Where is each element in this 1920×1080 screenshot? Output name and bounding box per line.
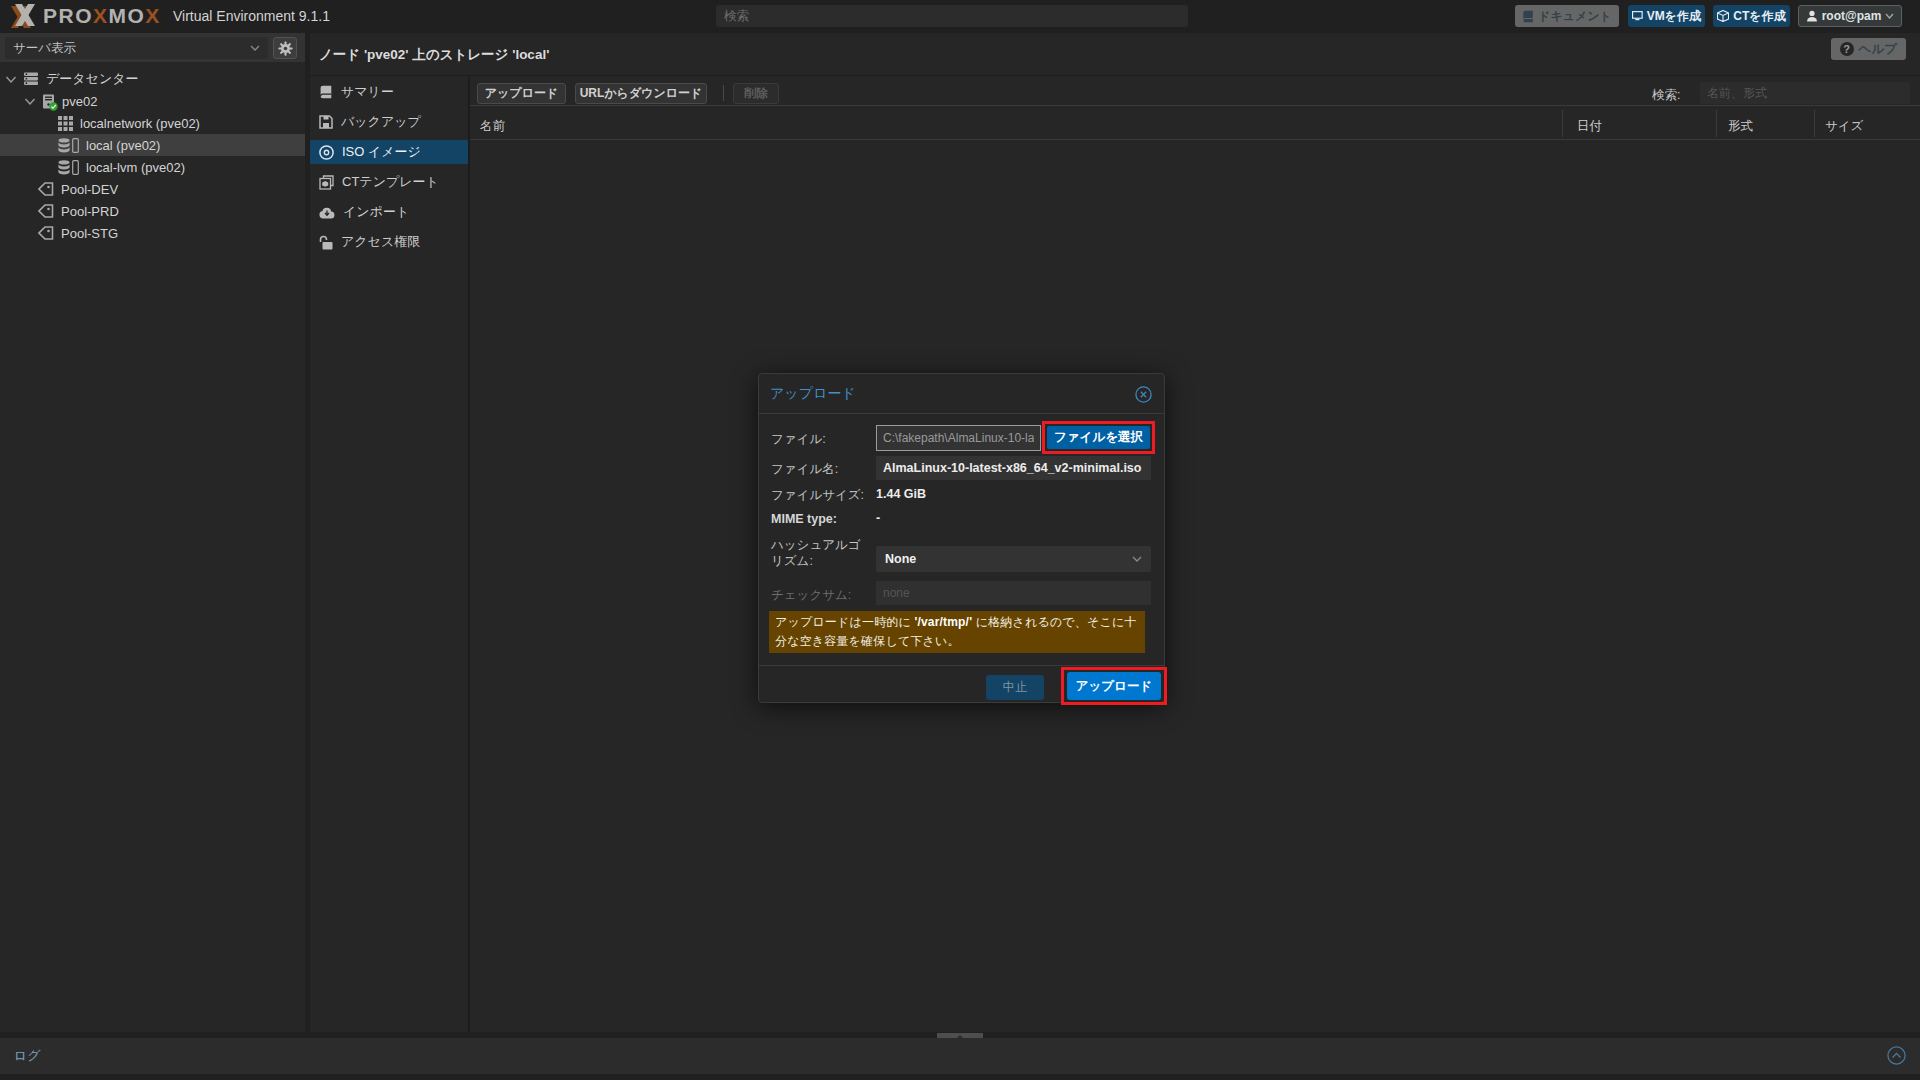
expander-icon[interactable] xyxy=(5,76,17,83)
storage-icon xyxy=(58,138,79,153)
bottom-strip xyxy=(0,1074,1920,1080)
dialog-close-button[interactable] xyxy=(1135,386,1152,403)
summary-icon xyxy=(319,85,333,99)
remove-button[interactable]: 削除 xyxy=(733,83,779,104)
view-selector-row: サーバ表示 xyxy=(0,33,305,62)
pool-tag-icon xyxy=(38,182,54,196)
datacenter-icon xyxy=(23,72,39,86)
url-download-button[interactable]: URLからダウンロード xyxy=(575,83,707,104)
node-icon xyxy=(42,94,55,109)
column-header-size[interactable]: サイズ xyxy=(1825,118,1863,135)
nav-item-summary[interactable]: サマリー xyxy=(310,80,468,104)
table-header: 名前 日付 形式 サイズ xyxy=(470,107,1920,140)
table-search-input[interactable] xyxy=(1700,82,1910,104)
file-label: ファイル: xyxy=(771,431,871,447)
help-button[interactable]: ? ヘルプ xyxy=(1831,38,1906,60)
file-select-button[interactable]: ファイルを選択 xyxy=(1047,426,1150,449)
hash-algorithm-select[interactable]: None xyxy=(876,546,1151,572)
toolbar-separator xyxy=(723,85,724,101)
monitor-icon xyxy=(1632,10,1643,22)
filename-value-field: AlmaLinux-10-latest-x86_64_v2-minimal.is… xyxy=(876,456,1151,480)
expander-icon[interactable] xyxy=(24,98,36,105)
tree-settings-button[interactable] xyxy=(273,37,297,59)
table-search-label: 検索: xyxy=(1652,87,1680,104)
log-panel-title: ログ xyxy=(14,1047,41,1065)
gear-icon xyxy=(278,41,293,56)
import-cloud-icon xyxy=(319,206,335,219)
nav-item-backup[interactable]: バックアップ xyxy=(310,110,468,134)
content-toolbar: アップロード URLからダウンロード 削除 検索: xyxy=(470,77,1920,106)
abort-button[interactable]: 中止 xyxy=(986,675,1044,700)
tree-item-pve02[interactable]: pve02 xyxy=(0,90,305,112)
documentation-button[interactable]: ドキュメント xyxy=(1515,5,1619,27)
filesize-label: ファイルサイズ: xyxy=(771,487,871,503)
ct-template-icon xyxy=(319,175,334,190)
resource-tree: データセンター pve02 localnetwork (pve02) local… xyxy=(0,62,305,1035)
upload-toolbar-button[interactable]: アップロード xyxy=(477,83,566,104)
upload-dialog: アップロード ファイル: ファイルを選択 ファイル名: AlmaLinux-10… xyxy=(758,373,1165,703)
create-vm-button[interactable]: VMを作成 xyxy=(1628,5,1705,27)
checksum-input[interactable] xyxy=(876,581,1151,605)
top-bar: PROXMOX Virtual Environment 9.1.1 ドキュメント… xyxy=(0,0,1920,33)
storage-nav: サマリー バックアップ ISO イメージ CTテンプレート インポート アクセス… xyxy=(310,77,468,1035)
question-icon: ? xyxy=(1840,42,1854,56)
filesize-value: 1.44 GiB xyxy=(876,487,926,501)
backup-icon xyxy=(319,115,333,129)
nav-item-iso-images[interactable]: ISO イメージ xyxy=(310,140,468,164)
column-header-date[interactable]: 日付 xyxy=(1577,118,1602,135)
content-title: ノード 'pve02' 上のストレージ 'local' xyxy=(319,46,549,64)
storage-icon xyxy=(58,160,79,175)
column-header-format[interactable]: 形式 xyxy=(1728,118,1753,135)
log-panel: ログ xyxy=(0,1038,1920,1074)
tree-item-datacenter[interactable]: データセンター xyxy=(0,68,305,90)
checksum-label: チェックサム: xyxy=(771,587,871,603)
dialog-upload-button[interactable]: アップロード xyxy=(1067,672,1161,700)
pool-tag-icon xyxy=(38,204,54,218)
tree-item-pool-prd[interactable]: Pool-PRD xyxy=(0,200,305,222)
brand-wordmark: PROXMOX xyxy=(43,4,161,28)
annotation-box-upload: アップロード xyxy=(1061,667,1167,705)
tree-item-local[interactable]: local (pve02) xyxy=(0,134,305,156)
online-status-icon xyxy=(49,102,58,111)
mime-type-value: - xyxy=(876,511,880,525)
upload-warning-message: アップロードは一時的に '/var/tmp/' に格納されるので、そこに十分な空… xyxy=(769,611,1145,653)
chevron-down-icon xyxy=(1132,556,1142,562)
chevron-down-icon xyxy=(250,45,260,51)
nav-item-permissions[interactable]: アクセス権限 xyxy=(310,230,468,254)
content-header: ノード 'pve02' 上のストレージ 'local' ? ヘルプ xyxy=(310,33,1920,76)
permissions-lock-icon xyxy=(319,235,333,250)
annotation-box-file-select: ファイルを選択 xyxy=(1042,421,1155,454)
dialog-title: アップロード xyxy=(770,385,856,403)
tree-item-localnetwork[interactable]: localnetwork (pve02) xyxy=(0,112,305,134)
iso-disc-icon xyxy=(319,145,334,160)
cube-icon xyxy=(1717,10,1729,22)
nav-item-import[interactable]: インポート xyxy=(310,200,468,224)
storage-content-panel: アップロード URLからダウンロード 削除 検索: 名前 日付 形式 サイズ xyxy=(470,77,1920,1032)
tree-item-pool-dev[interactable]: Pool-DEV xyxy=(0,178,305,200)
nav-item-ct-templates[interactable]: CTテンプレート xyxy=(310,170,468,194)
log-collapse-button[interactable] xyxy=(1887,1046,1906,1065)
hash-algorithm-label: ハッシュアルゴリズム: xyxy=(771,537,871,569)
global-search-input[interactable] xyxy=(716,5,1188,27)
network-icon xyxy=(58,116,73,131)
book-icon xyxy=(1522,10,1534,23)
proxmox-logo: PROXMOX xyxy=(10,3,161,29)
proxmox-x-icon xyxy=(10,3,39,29)
view-selector-combo[interactable]: サーバ表示 xyxy=(5,37,268,59)
pool-tag-icon xyxy=(38,226,54,240)
user-menu-button[interactable]: root@pam xyxy=(1798,5,1902,27)
chevron-down-icon xyxy=(1885,13,1894,19)
filename-label: ファイル名: xyxy=(771,461,871,477)
column-header-name[interactable]: 名前 xyxy=(480,118,505,135)
create-ct-button[interactable]: CTを作成 xyxy=(1713,5,1790,27)
mime-type-label: MIME type: xyxy=(771,511,871,527)
version-text: Virtual Environment 9.1.1 xyxy=(173,8,330,24)
user-icon xyxy=(1806,10,1818,22)
file-path-input[interactable] xyxy=(876,425,1041,451)
tree-item-local-lvm[interactable]: local-lvm (pve02) xyxy=(0,156,305,178)
tree-item-pool-stg[interactable]: Pool-STG xyxy=(0,222,305,244)
